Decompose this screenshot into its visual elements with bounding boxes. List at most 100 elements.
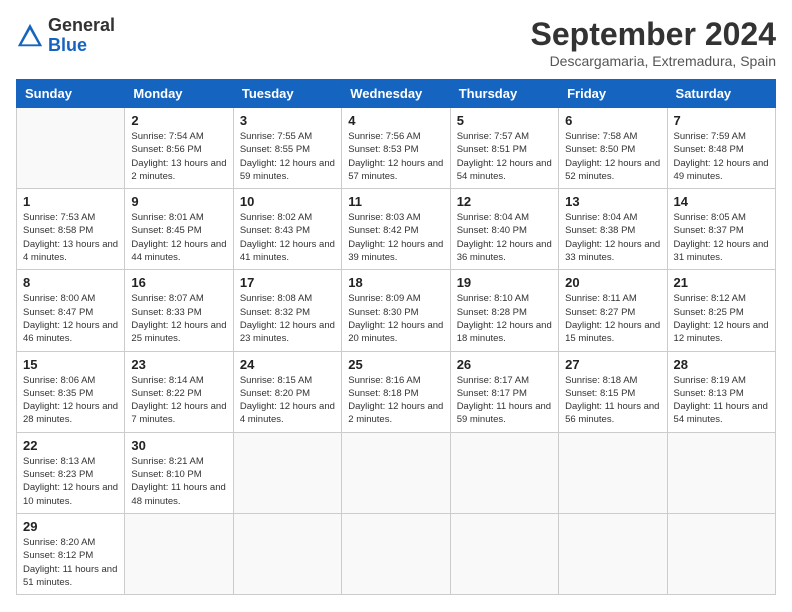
day-number: 24 [240, 357, 335, 372]
list-item: 13 Sunrise: 8:04 AMSunset: 8:38 PMDayligh… [559, 189, 667, 270]
list-item: 22 Sunrise: 8:13 AMSunset: 8:23 PMDayligh… [17, 432, 125, 513]
day-detail: Sunrise: 7:59 AMSunset: 8:48 PMDaylight:… [674, 130, 769, 183]
list-item [342, 432, 450, 513]
title-area: September 2024 Descargamaria, Extremadur… [531, 16, 776, 69]
list-item: 3Sunrise: 7:55 AMSunset: 8:55 PMDaylight… [233, 108, 341, 189]
list-item [125, 513, 233, 594]
list-item [559, 513, 667, 594]
day-detail: Sunrise: 8:03 AMSunset: 8:42 PMDaylight:… [348, 211, 443, 264]
table-row: 29 Sunrise: 8:20 AMSunset: 8:12 PMDayligh… [17, 513, 776, 594]
list-item: 25 Sunrise: 8:16 AMSunset: 8:18 PMDayligh… [342, 351, 450, 432]
col-monday: Monday [125, 80, 233, 108]
day-number: 4 [348, 113, 443, 128]
day-detail: Sunrise: 8:12 AMSunset: 8:25 PMDaylight:… [674, 292, 769, 345]
day-number: 16 [131, 275, 226, 290]
day-detail: Sunrise: 8:16 AMSunset: 8:18 PMDaylight:… [348, 374, 443, 427]
list-item: 4Sunrise: 7:56 AMSunset: 8:53 PMDaylight… [342, 108, 450, 189]
list-item: 8Sunrise: 8:00 AMSunset: 8:47 PMDaylight… [17, 270, 125, 351]
list-item [342, 513, 450, 594]
list-item [233, 513, 341, 594]
col-thursday: Thursday [450, 80, 558, 108]
list-item: 11 Sunrise: 8:03 AMSunset: 8:42 PMDayligh… [342, 189, 450, 270]
day-detail: Sunrise: 7:57 AMSunset: 8:51 PMDaylight:… [457, 130, 552, 183]
list-item: 1Sunrise: 7:53 AMSunset: 8:58 PMDaylight… [17, 189, 125, 270]
col-friday: Friday [559, 80, 667, 108]
location: Descargamaria, Extremadura, Spain [531, 53, 776, 69]
day-number: 10 [240, 194, 335, 209]
day-number: 20 [565, 275, 660, 290]
list-item: 15 Sunrise: 8:06 AMSunset: 8:35 PMDayligh… [17, 351, 125, 432]
day-number: 29 [23, 519, 118, 534]
day-number: 13 [565, 194, 660, 209]
table-row: 2 Sunrise: 7:54 AMSunset: 8:56 PMDaylight… [17, 108, 776, 189]
day-number: 3 [240, 113, 335, 128]
table-row: 22 Sunrise: 8:13 AMSunset: 8:23 PMDayligh… [17, 432, 776, 513]
list-item: 30 Sunrise: 8:21 AMSunset: 8:10 PMDayligh… [125, 432, 233, 513]
calendar: Sunday Monday Tuesday Wednesday Thursday… [16, 79, 776, 595]
day-detail: Sunrise: 8:17 AMSunset: 8:17 PMDaylight:… [457, 374, 552, 427]
list-item: 16 Sunrise: 8:07 AMSunset: 8:33 PMDayligh… [125, 270, 233, 351]
month-year: September 2024 [531, 16, 776, 53]
day-number: 2 [131, 113, 226, 128]
day-number: 26 [457, 357, 552, 372]
day-number: 6 [565, 113, 660, 128]
list-item: 7Sunrise: 7:59 AMSunset: 8:48 PMDaylight… [667, 108, 775, 189]
list-item: 20 Sunrise: 8:11 AMSunset: 8:27 PMDayligh… [559, 270, 667, 351]
day-number: 18 [348, 275, 443, 290]
day-detail: Sunrise: 8:07 AMSunset: 8:33 PMDaylight:… [131, 292, 226, 345]
col-wednesday: Wednesday [342, 80, 450, 108]
day-detail: Sunrise: 8:04 AMSunset: 8:40 PMDaylight:… [457, 211, 552, 264]
list-item: 26 Sunrise: 8:17 AMSunset: 8:17 PMDayligh… [450, 351, 558, 432]
list-item: 19 Sunrise: 8:10 AMSunset: 8:28 PMDayligh… [450, 270, 558, 351]
list-item: 10 Sunrise: 8:02 AMSunset: 8:43 PMDayligh… [233, 189, 341, 270]
col-saturday: Saturday [667, 80, 775, 108]
day-number: 12 [457, 194, 552, 209]
day-number: 25 [348, 357, 443, 372]
logo-blue: Blue [48, 35, 87, 55]
day-number: 11 [348, 194, 443, 209]
day-detail: Sunrise: 8:20 AMSunset: 8:12 PMDaylight:… [23, 536, 118, 589]
day-detail: Sunrise: 8:10 AMSunset: 8:28 PMDaylight:… [457, 292, 552, 345]
col-tuesday: Tuesday [233, 80, 341, 108]
day-detail: Sunrise: 8:13 AMSunset: 8:23 PMDaylight:… [23, 455, 118, 508]
list-item: 5 Sunrise: 7:57 AMSunset: 8:51 PMDaylight… [450, 108, 558, 189]
day-detail: Sunrise: 8:06 AMSunset: 8:35 PMDaylight:… [23, 374, 118, 427]
day-detail: Sunrise: 8:11 AMSunset: 8:27 PMDaylight:… [565, 292, 660, 345]
list-item: 27Sunrise: 8:18 AMSunset: 8:15 PMDayligh… [559, 351, 667, 432]
list-item: 6Sunrise: 7:58 AMSunset: 8:50 PMDaylight… [559, 108, 667, 189]
logo-general: General [48, 15, 115, 35]
day-detail: Sunrise: 8:08 AMSunset: 8:32 PMDaylight:… [240, 292, 335, 345]
day-number: 15 [23, 357, 118, 372]
list-item: 28Sunrise: 8:19 AMSunset: 8:13 PMDayligh… [667, 351, 775, 432]
day-number: 17 [240, 275, 335, 290]
day-detail: Sunrise: 8:02 AMSunset: 8:43 PMDaylight:… [240, 211, 335, 264]
day-number: 30 [131, 438, 226, 453]
list-item [667, 513, 775, 594]
day-number: 22 [23, 438, 118, 453]
table-row: 8Sunrise: 8:00 AMSunset: 8:47 PMDaylight… [17, 270, 776, 351]
list-item: 14 Sunrise: 8:05 AMSunset: 8:37 PMDayligh… [667, 189, 775, 270]
day-detail: Sunrise: 7:54 AMSunset: 8:56 PMDaylight:… [131, 130, 226, 183]
day-detail: Sunrise: 8:05 AMSunset: 8:37 PMDaylight:… [674, 211, 769, 264]
list-item: 9Sunrise: 8:01 AMSunset: 8:45 PMDaylight… [125, 189, 233, 270]
list-item [450, 513, 558, 594]
logo-icon [16, 22, 44, 50]
day-number: 1 [23, 194, 118, 209]
list-item: 18Sunrise: 8:09 AMSunset: 8:30 PMDayligh… [342, 270, 450, 351]
list-item [233, 432, 341, 513]
day-detail: Sunrise: 8:04 AMSunset: 8:38 PMDaylight:… [565, 211, 660, 264]
day-number: 5 [457, 113, 552, 128]
day-detail: Sunrise: 8:01 AMSunset: 8:45 PMDaylight:… [131, 211, 226, 264]
list-item: 12 Sunrise: 8:04 AMSunset: 8:40 PMDayligh… [450, 189, 558, 270]
list-item: 2 Sunrise: 7:54 AMSunset: 8:56 PMDaylight… [125, 108, 233, 189]
logo-text: General Blue [48, 16, 115, 56]
table-row: 1Sunrise: 7:53 AMSunset: 8:58 PMDaylight… [17, 189, 776, 270]
list-item: 21Sunrise: 8:12 AMSunset: 8:25 PMDayligh… [667, 270, 775, 351]
list-item [559, 432, 667, 513]
day-number: 14 [674, 194, 769, 209]
day-detail: Sunrise: 8:21 AMSunset: 8:10 PMDaylight:… [131, 455, 226, 508]
list-item: 24Sunrise: 8:15 AMSunset: 8:20 PMDayligh… [233, 351, 341, 432]
day-number: 19 [457, 275, 552, 290]
table-row: 15 Sunrise: 8:06 AMSunset: 8:35 PMDayligh… [17, 351, 776, 432]
list-item [450, 432, 558, 513]
